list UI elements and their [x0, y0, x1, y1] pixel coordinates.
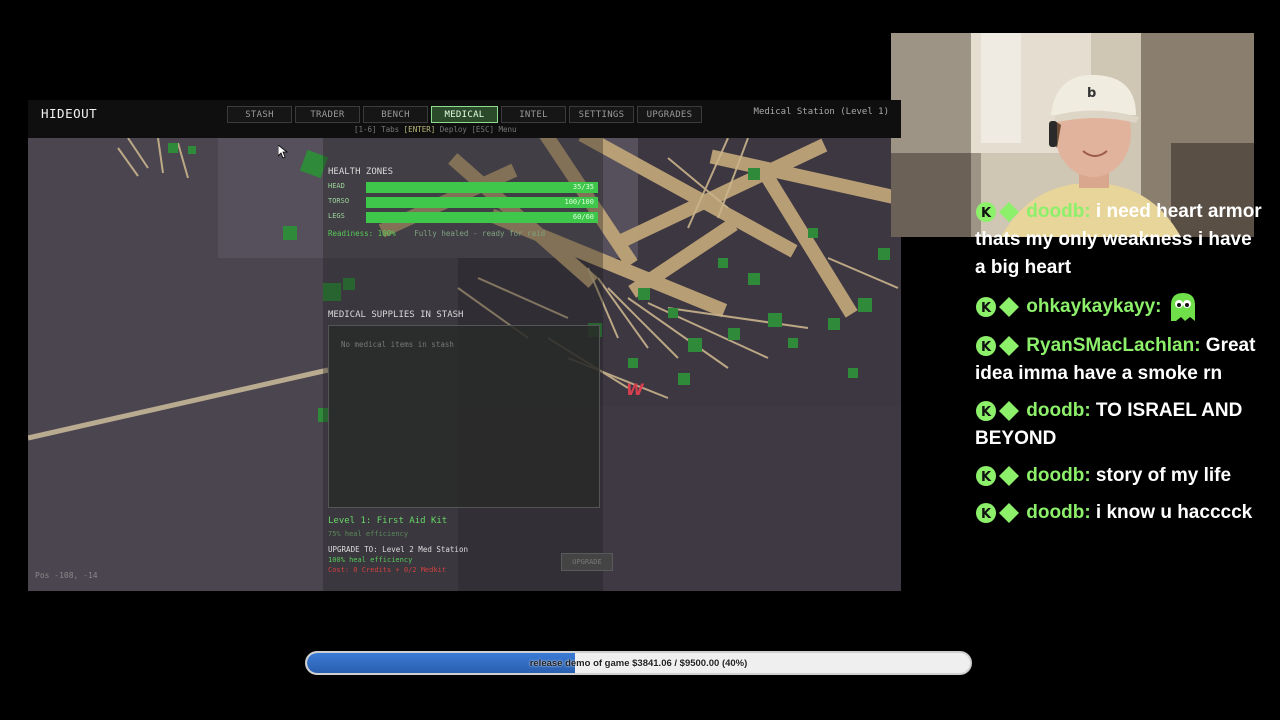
svg-text:K: K	[981, 301, 992, 316]
chat-username: RyanSMacLachlan	[1026, 335, 1195, 356]
chat-badges-icon: K	[976, 502, 1019, 523]
health-bar-fill	[366, 197, 598, 208]
health-bar-fill	[366, 182, 598, 193]
game-header: HIDEOUT STASH TRADER BENCH MEDICAL INTEL…	[28, 100, 901, 138]
chat-username: doodb	[1026, 502, 1085, 523]
zone-value: 60/60	[572, 213, 594, 221]
game-window: W HIDEOUT STASH TRADER BENCH MEDICAL INT…	[28, 100, 901, 591]
readiness-note: Fully healed - ready for raid	[414, 229, 546, 238]
chat-message: K doodb: story of my life	[975, 462, 1265, 490]
zone-value: 100/100	[564, 198, 594, 206]
tab-settings[interactable]: SETTINGS	[569, 106, 634, 123]
chat-username: doodb	[1026, 201, 1085, 222]
green-ghost-emote-icon	[1170, 293, 1195, 321]
svg-text:K: K	[981, 340, 992, 355]
station-level: Medical Station (Level 1)	[753, 107, 889, 117]
upgrade-cost: Cost: 0 Credits + 0/2 Medkit	[328, 566, 447, 574]
hint-deploy-key: [ENTER]	[403, 125, 436, 134]
chat-message: K doodb: i need heart armor thats my onl…	[975, 201, 1262, 278]
current-level-title: Level 1: First Aid Kit	[328, 516, 448, 526]
hint-tabs-key: [1-6]	[354, 125, 377, 134]
svg-text:K: K	[981, 470, 992, 485]
goal-text: release demo of game $3841.06 / $9500.00…	[529, 657, 748, 669]
tab-stash[interactable]: STASH	[227, 106, 292, 123]
chat-username: doodb	[1026, 465, 1085, 486]
mouse-cursor-icon	[278, 145, 288, 159]
health-zone-head: HEAD 35/35	[328, 182, 598, 194]
svg-text:W: W	[626, 380, 645, 399]
health-bar: 35/35	[366, 182, 598, 193]
chat-message: K doodb: i know u hacccck	[975, 499, 1265, 527]
hint-tabs-label: Tabs	[381, 125, 400, 134]
zone-label: HEAD	[328, 182, 345, 190]
health-zone-legs: LEGS 60/60	[328, 212, 598, 224]
position-readout: Pos -108, -14	[35, 571, 98, 580]
chat-badges-icon: K	[976, 400, 1019, 421]
health-bar: 60/60	[366, 212, 598, 223]
hint-menu-label: Menu	[498, 125, 517, 134]
svg-text:b: b	[1087, 86, 1096, 101]
chat-message: K doodb: TO ISRAEL AND BEYOND	[975, 400, 1243, 449]
svg-text:K: K	[981, 405, 992, 420]
chat-message: K ohkaykaykayy:	[975, 291, 1265, 323]
readiness-label: Readiness: 100%	[328, 229, 396, 238]
chat-username: ohkaykaykayy	[1026, 296, 1156, 318]
svg-text:K: K	[981, 206, 992, 221]
chat-text: story of my life	[1095, 465, 1232, 486]
tab-intel[interactable]: INTEL	[501, 106, 566, 123]
tab-trader[interactable]: TRADER	[295, 106, 360, 123]
chat-badges-icon: K	[976, 201, 1019, 222]
chat-badges-icon: K	[976, 297, 1019, 317]
svg-text:K: K	[981, 507, 992, 522]
current-level-efficiency: 75% heal efficiency	[328, 530, 409, 538]
tab-upgrades[interactable]: UPGRADES	[637, 106, 702, 123]
tab-bench[interactable]: BENCH	[363, 106, 428, 123]
upgrade-efficiency: 100% heal efficiency	[328, 556, 413, 564]
supplies-empty-text: No medical items in stash	[341, 340, 454, 349]
upgrade-title: UPGRADE TO: Level 2 Med Station	[328, 545, 468, 554]
zone-label: LEGS	[328, 212, 345, 220]
key-hints: [1-6] Tabs [ENTER] Deploy [ESC] Menu	[354, 125, 517, 134]
tab-bar: STASH TRADER BENCH MEDICAL INTEL SETTING…	[227, 106, 702, 123]
chat-text: i know u hacccck	[1095, 502, 1253, 523]
health-zones-title: HEALTH ZONES	[328, 167, 394, 177]
hideout-title: HIDEOUT	[41, 106, 98, 121]
hint-deploy-label: Deploy	[439, 125, 467, 134]
medical-supplies-title: MEDICAL SUPPLIES IN STASH	[328, 310, 464, 320]
medical-supplies-list: No medical items in stash	[328, 325, 600, 508]
health-bar-fill	[366, 212, 598, 223]
chat-badges-icon: K	[976, 335, 1019, 356]
health-bar: 100/100	[366, 197, 598, 208]
upgrade-button[interactable]: UPGRADE	[561, 553, 613, 571]
donation-goal-bar: release demo of game $3841.06 / $9500.00…	[305, 651, 972, 675]
chat-badges-icon: K	[976, 465, 1019, 486]
tab-medical[interactable]: MEDICAL	[431, 106, 498, 123]
zone-label: TORSO	[328, 197, 350, 205]
chat-overlay: K doodb: i need heart armor thats my onl…	[975, 198, 1265, 536]
chat-username: doodb	[1026, 400, 1085, 421]
readiness-status: Readiness: 100% Fully healed - ready for…	[328, 229, 545, 238]
hint-menu-key: [ESC]	[471, 125, 494, 134]
health-zone-torso: TORSO 100/100	[328, 197, 598, 209]
zone-value: 35/35	[572, 183, 594, 191]
chat-message: K RyanSMacLachlan: Great idea imma have …	[975, 335, 1256, 384]
